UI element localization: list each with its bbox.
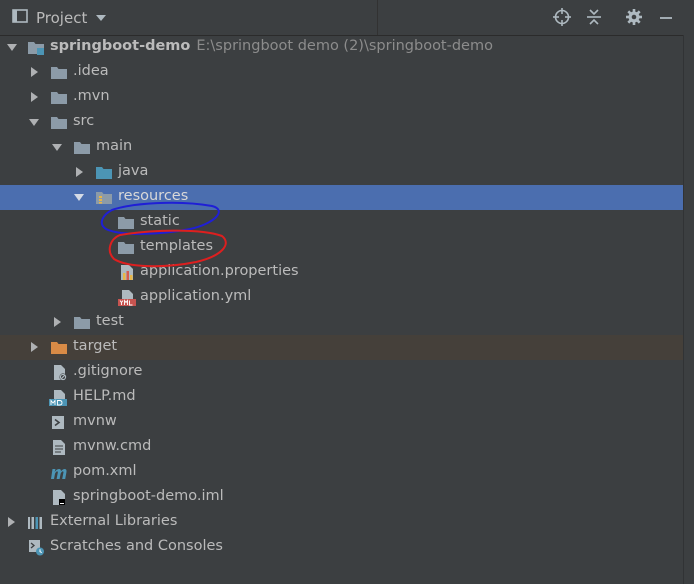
folder-label: main [96,138,133,154]
expand-arrow-icon[interactable] [5,516,17,528]
folder-icon [117,239,135,256]
folder-icon [50,114,68,131]
tree-row-src[interactable]: src [0,110,684,135]
folder-label: templates [140,238,214,254]
hide-icon[interactable] [655,6,677,28]
tree-row-idea[interactable]: .idea [0,60,684,85]
tree-row-mvnw-cmd[interactable]: mvnw.cmd [0,435,684,460]
text-file-icon [50,439,68,456]
folder-icon [73,139,91,156]
project-toolbar: Project [0,0,694,36]
tree-row-mvnw[interactable]: mvnw [0,410,684,435]
expand-arrow-icon[interactable] [73,166,85,178]
folder-label: .idea [73,63,109,79]
project-panel-icon [12,8,28,28]
collapse-all-icon[interactable] [583,6,605,28]
scratches-icon [27,539,45,556]
tree-row-help-md[interactable]: HELP.md [0,385,684,410]
folder-label: test [96,313,124,329]
folder-label: .mvn [73,88,110,104]
tree-row-scratches[interactable]: Scratches and Consoles [0,535,684,560]
root-project-path: E:\springboot demo (2)\springboot-demo [196,38,493,54]
expand-arrow-icon[interactable] [6,41,18,53]
folder-icon [73,314,91,331]
tree-row-main[interactable]: main [0,135,684,160]
source-folder-icon [95,164,113,181]
node-label: Scratches and Consoles [50,538,223,554]
folder-label: resources [118,188,189,204]
tree-row-pom[interactable]: pom.xml [0,460,684,485]
collapse-arrow-icon[interactable] [28,116,40,128]
tree-row-external-libraries[interactable]: External Libraries [0,510,684,535]
node-label: External Libraries [50,513,178,529]
markdown-file-icon [49,389,67,406]
dropdown-caret-icon[interactable] [95,10,107,26]
shell-script-icon [50,414,68,431]
root-project-label: springboot-demo E:\springboot demo (2)\sp… [50,38,493,54]
file-label: HELP.md [73,388,136,404]
tree-row-gitignore[interactable]: .gitignore [0,360,684,385]
tree-row-test[interactable]: test [0,310,684,335]
tree-row-application-properties[interactable]: application.properties [0,260,684,285]
resources-folder-icon [95,189,113,206]
maven-icon [49,464,67,481]
gear-icon[interactable] [623,6,645,28]
tree-row-iml[interactable]: springboot-demo.iml [0,485,684,510]
file-label: .gitignore [73,363,143,379]
folder-label: src [73,113,95,129]
vertical-scrollbar[interactable] [683,35,694,584]
tree-row-target[interactable]: target [0,335,684,360]
folder-icon [50,89,68,106]
file-label: springboot-demo.iml [73,488,224,504]
external-libraries-icon [27,514,45,531]
tree-row-root[interactable]: springboot-demo E:\springboot demo (2)\sp… [0,35,684,60]
folder-label: static [140,213,180,229]
tree-row-application-yml[interactable]: application.yml [0,285,684,310]
expand-arrow-icon[interactable] [28,91,40,103]
expand-arrow-icon[interactable] [51,316,63,328]
file-label: mvnw [73,413,117,429]
gitignore-file-icon [50,364,68,381]
locate-icon[interactable] [551,6,573,28]
expand-arrow-icon[interactable] [28,66,40,78]
collapse-arrow-icon[interactable] [73,191,85,203]
module-folder-icon [27,39,45,56]
excluded-folder-icon [50,339,68,356]
folder-label: target [73,338,118,354]
folder-icon [50,64,68,81]
expand-arrow-icon[interactable] [28,341,40,353]
folder-label: java [118,163,149,179]
panel-title: Project [36,9,88,27]
yaml-file-icon [118,289,136,306]
collapse-arrow-icon[interactable] [51,141,63,153]
folder-icon [117,214,135,231]
file-label: mvnw.cmd [73,438,152,454]
tree-row-java[interactable]: java [0,160,684,185]
file-label: pom.xml [73,463,137,479]
root-project-name: springboot-demo [50,38,191,54]
tree-row-templates[interactable]: templates [0,235,684,260]
properties-file-icon [118,264,136,281]
file-label: application.yml [140,288,252,304]
file-label: application.properties [140,263,299,279]
project-view-selector[interactable]: Project [12,8,107,28]
toolbar-separator [377,0,378,35]
iml-file-icon [50,489,68,506]
tree-row-mvn[interactable]: .mvn [0,85,684,110]
tree-row-resources[interactable]: resources [0,185,684,210]
tree-row-static[interactable]: static [0,210,684,235]
